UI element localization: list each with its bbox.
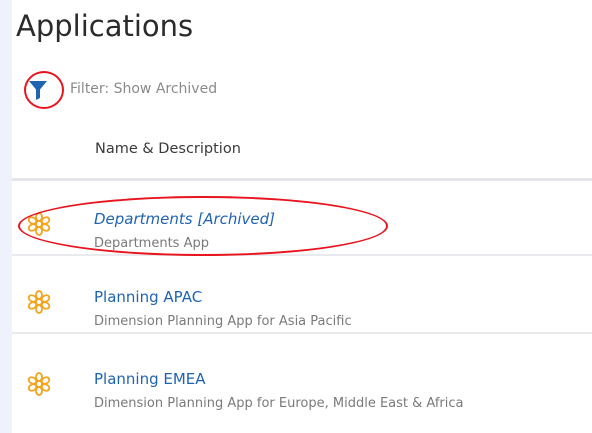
application-icon bbox=[27, 372, 51, 396]
filter-label[interactable]: Filter: Show Archived bbox=[70, 81, 217, 97]
table-row[interactable]: Planning EMEA Dimension Planning App for… bbox=[12, 352, 592, 416]
app-name-link[interactable]: Planning EMEA bbox=[94, 370, 206, 388]
filter-annotation-circle bbox=[24, 71, 64, 109]
row-divider bbox=[12, 332, 592, 334]
table-row[interactable]: Planning APAC Dimension Planning App for… bbox=[12, 270, 592, 334]
app-description: Dimension Planning App for Asia Pacific bbox=[94, 314, 352, 329]
application-icon bbox=[27, 212, 51, 236]
header-divider bbox=[12, 178, 592, 181]
row-divider bbox=[12, 254, 592, 256]
app-name-link[interactable]: Departments [Archived] bbox=[94, 210, 275, 228]
app-description: Dimension Planning App for Europe, Middl… bbox=[94, 396, 464, 411]
column-header-name-description[interactable]: Name & Description bbox=[95, 141, 241, 157]
app-name-link[interactable]: Planning APAC bbox=[94, 288, 202, 306]
app-description: Departments App bbox=[94, 236, 209, 251]
application-icon bbox=[27, 290, 51, 314]
page-title: Applications bbox=[16, 9, 194, 43]
table-row[interactable]: Departments [Archived] Departments App bbox=[12, 192, 592, 256]
applications-panel: Applications Filter: Show Archived Name … bbox=[12, 0, 592, 433]
